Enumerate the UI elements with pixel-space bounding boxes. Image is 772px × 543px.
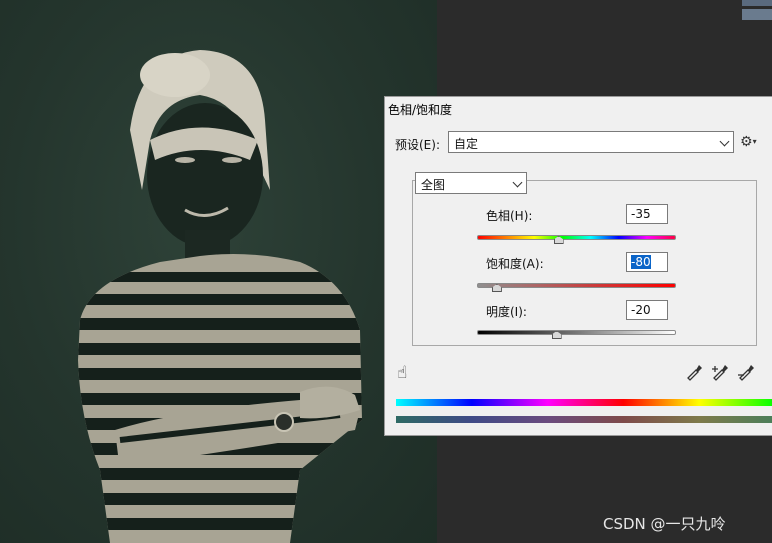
hue-value: -35 — [631, 207, 651, 221]
hue-slider-track[interactable] — [477, 235, 676, 240]
input-color-spectrum — [396, 399, 772, 406]
saturation-input[interactable]: -80 — [626, 252, 668, 272]
chevron-down-icon — [719, 136, 730, 147]
eyedropper-icon[interactable] — [685, 363, 703, 381]
channel-dropdown[interactable]: 全图 — [415, 172, 527, 194]
eyedropper-minus-icon[interactable] — [737, 363, 755, 381]
saturation-label: 饱和度(A): — [486, 257, 544, 271]
lightness-slider-track[interactable] — [477, 330, 676, 335]
adjustment-group — [412, 180, 757, 346]
hue-input[interactable]: -35 — [626, 204, 668, 224]
saturation-slider-track[interactable] — [477, 283, 676, 288]
dialog-title: 色相/饱和度 — [388, 103, 453, 117]
hue-label: 色相(H): — [486, 209, 533, 223]
gear-icon[interactable]: ⚙▾ — [740, 133, 762, 151]
hue-saturation-dialog: 色相/饱和度 预设(E): 自定 ⚙▾ 全图 色相(H): -35 饱和度(A)… — [384, 96, 772, 436]
inverted-portrait-image — [78, 50, 362, 543]
panel-corner-swatch — [742, 0, 772, 30]
saturation-value: -80 — [631, 255, 651, 269]
output-color-spectrum — [396, 416, 772, 423]
lightness-label: 明度(I): — [486, 305, 527, 319]
preset-label: 预设(E): — [395, 138, 440, 152]
eyedropper-plus-icon[interactable] — [711, 363, 729, 381]
photo-canvas[interactable] — [0, 0, 437, 543]
lightness-input[interactable]: -20 — [626, 300, 668, 320]
hand-adjust-icon[interactable]: ☝ — [397, 363, 407, 383]
lightness-value: -20 — [631, 303, 651, 317]
preset-dropdown[interactable]: 自定 — [448, 131, 734, 153]
channel-value: 全图 — [421, 178, 446, 192]
chevron-down-icon — [512, 177, 523, 188]
watermark-text: CSDN @一只九呤 — [603, 515, 726, 533]
preset-value: 自定 — [454, 137, 479, 151]
